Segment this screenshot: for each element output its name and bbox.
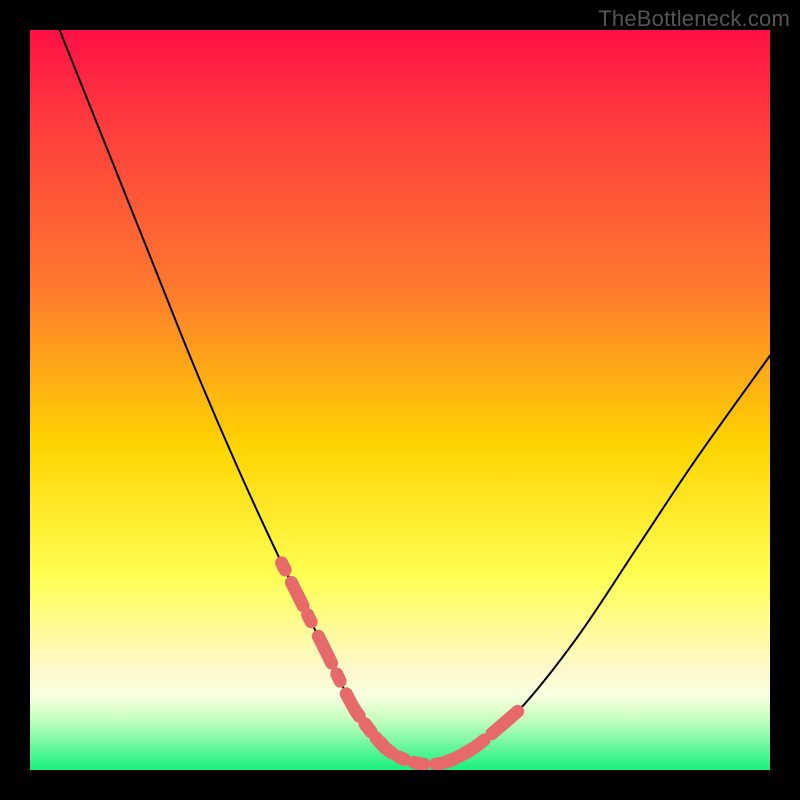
chart-svg bbox=[30, 30, 770, 770]
bottleneck-curve bbox=[60, 30, 770, 764]
watermark-text: TheBottleneck.com bbox=[598, 6, 790, 32]
dash-bottom bbox=[356, 711, 474, 765]
curve-dash-highlight bbox=[282, 563, 519, 765]
chart-frame bbox=[30, 30, 770, 770]
